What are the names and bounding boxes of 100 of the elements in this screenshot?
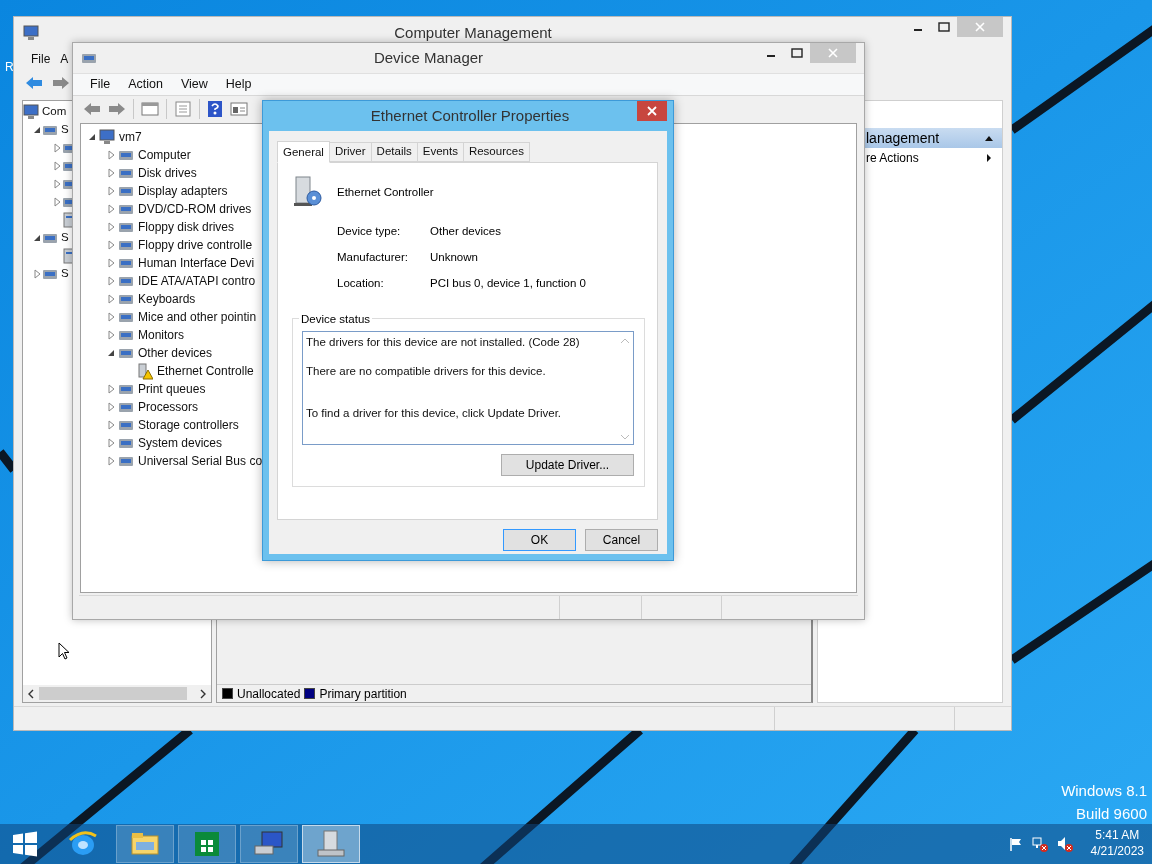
tree-item[interactable]: Processors [138, 398, 199, 416]
device-icon [315, 828, 347, 860]
menu-item[interactable]: File [81, 75, 120, 94]
collapse-arrow-icon[interactable] [984, 134, 994, 142]
flag-icon[interactable] [1008, 837, 1023, 851]
tree-item[interactable]: Universal Serial Bus co [138, 452, 263, 470]
tab[interactable]: General [277, 141, 330, 163]
expand-arrow-icon[interactable] [106, 384, 116, 394]
expand-arrow-icon[interactable] [106, 186, 116, 196]
tree-item[interactable]: Monitors [138, 326, 184, 344]
tree-item[interactable]: Human Interface Devi [138, 254, 255, 272]
collapse-arrow-icon[interactable] [32, 125, 42, 135]
tree-item[interactable]: S [61, 121, 69, 139]
minimize-icon [767, 55, 775, 57]
expand-arrow-icon[interactable] [106, 330, 116, 340]
dialog-button[interactable]: OK [503, 528, 576, 551]
network-error-icon[interactable] [1031, 836, 1048, 852]
close-icon [828, 48, 838, 58]
expand-arrow-icon[interactable] [52, 143, 62, 153]
collapse-arrow-icon[interactable] [106, 348, 116, 358]
status-message: There are no compatible drivers for this device. [306, 363, 547, 379]
menu-item[interactable]: File [26, 50, 56, 68]
tree-item[interactable]: IDE ATA/ATAPI contro [138, 272, 256, 290]
update-driver-button[interactable]: Update Driver... [501, 453, 634, 476]
tab[interactable]: Events [416, 142, 464, 162]
expand-arrow-icon[interactable] [106, 402, 116, 412]
expand-arrow-icon[interactable] [106, 150, 116, 160]
maximize-icon [938, 22, 950, 32]
os-version-text: Windows 8.1 [1061, 781, 1147, 801]
back-arrow-icon[interactable] [24, 75, 44, 91]
tree-item[interactable]: Computer [138, 146, 191, 164]
tree-item[interactable]: Mice and other pointin [138, 308, 257, 326]
menu-item[interactable]: View [171, 75, 217, 94]
status-message: The drivers for this device are not installed. (Code 28) [306, 334, 581, 350]
tree-item[interactable]: S [61, 229, 69, 247]
tab[interactable]: Details [370, 142, 418, 162]
tree-item[interactable]: Display adapters [138, 182, 228, 200]
expand-arrow-icon[interactable] [106, 222, 116, 232]
window-title: Computer Management [393, 22, 553, 43]
menu-item[interactable]: Help [216, 75, 261, 94]
tab[interactable]: Driver [328, 142, 372, 162]
tree-item[interactable]: Other devices [138, 344, 213, 362]
computer-icon [23, 25, 41, 41]
list-icon[interactable] [174, 100, 192, 117]
expand-arrow-icon[interactable] [52, 197, 62, 207]
collapse-arrow-icon[interactable] [32, 233, 42, 243]
mouse-pointer-icon [58, 642, 70, 660]
expand-arrow-icon[interactable] [52, 161, 62, 171]
forward-arrow-icon[interactable] [51, 75, 71, 91]
scrollbar-thumb[interactable] [39, 687, 187, 700]
tree-item[interactable]: Storage controllers [138, 416, 239, 434]
collapse-arrow-icon[interactable] [87, 132, 97, 142]
tree-item[interactable]: DVD/CD-ROM drives [138, 200, 252, 218]
expand-arrow-icon[interactable] [106, 276, 116, 286]
expand-arrow-icon[interactable] [106, 294, 116, 304]
window-icon[interactable] [141, 101, 159, 116]
expand-arrow-icon[interactable] [106, 258, 116, 268]
expand-arrow-icon[interactable] [106, 204, 116, 214]
tree-item[interactable]: Floppy drive controlle [138, 236, 253, 254]
expand-arrow-icon[interactable] [106, 456, 116, 466]
scroll-down-icon[interactable] [620, 433, 630, 440]
tree-item[interactable]: Floppy disk drives [138, 218, 235, 236]
tree-item[interactable]: vm7 [119, 128, 142, 146]
close-icon [647, 106, 657, 116]
back-arrow-icon[interactable] [83, 101, 101, 116]
expand-arrow-icon[interactable] [106, 240, 116, 250]
maximize-icon [791, 48, 803, 58]
menu-item[interactable]: A [55, 50, 74, 68]
tree-item[interactable]: System devices [138, 434, 223, 452]
expand-arrow-icon[interactable] [106, 168, 116, 178]
help-icon[interactable] [207, 99, 223, 118]
clock[interactable]: 5:41 AM 4/21/2023 [1090, 828, 1144, 860]
expand-arrow-icon[interactable] [32, 269, 42, 279]
action-item[interactable]: re Actions [866, 149, 986, 167]
submenu-arrow-icon [986, 153, 992, 163]
menu-item[interactable]: Action [119, 75, 172, 94]
scroll-left-icon[interactable] [27, 688, 35, 699]
taskbar-button[interactable] [240, 825, 298, 863]
tree-item[interactable]: Disk drives [138, 164, 197, 182]
tree-item[interactable]: Com [42, 103, 67, 121]
scroll-up-icon[interactable] [620, 337, 630, 344]
close-button[interactable] [637, 101, 667, 121]
expand-arrow-icon[interactable] [106, 438, 116, 448]
expand-arrow-icon[interactable] [106, 420, 116, 430]
status-text-box[interactable]: The drivers for this device are not installed. (Code 28) There are no compatible drivers for this device. To find a driver for this device, click Update Driver. [302, 330, 634, 445]
taskbar-button[interactable] [178, 825, 236, 863]
dialog-title: Ethernet Controller Properties [369, 105, 571, 126]
tree-item[interactable]: Print queues [138, 380, 206, 398]
dialog-button[interactable]: Cancel [585, 528, 658, 551]
tree-item[interactable]: Ethernet Controlle [157, 362, 254, 380]
forward-arrow-icon[interactable] [108, 101, 126, 116]
tab[interactable]: Resources [462, 142, 530, 162]
tree-item[interactable]: Keyboards [138, 290, 196, 308]
panel-icon[interactable] [230, 101, 248, 116]
tree-item[interactable]: S [61, 265, 69, 283]
volume-muted-icon[interactable] [1056, 836, 1073, 852]
expand-arrow-icon[interactable] [52, 179, 62, 189]
expand-arrow-icon[interactable] [106, 312, 116, 322]
scroll-right-icon[interactable] [199, 688, 207, 699]
computer-icon [99, 129, 115, 145]
